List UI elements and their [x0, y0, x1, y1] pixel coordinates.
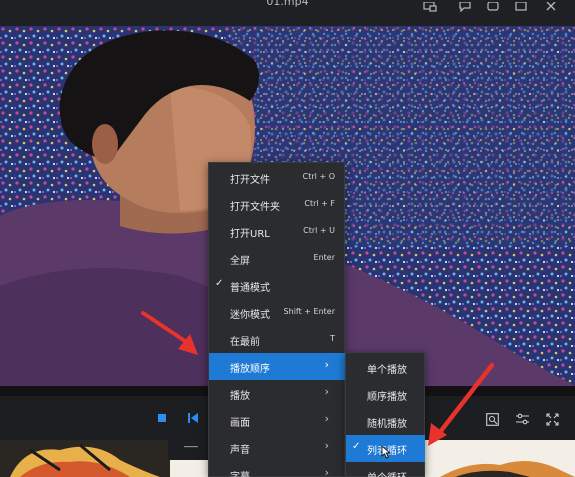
- menu-item-label: 声音: [230, 445, 250, 456]
- menu-item-shortcut: Enter: [313, 253, 335, 262]
- submenu-item-label: 单个循环: [367, 469, 407, 477]
- submenu-item-single-play[interactable]: 单个播放: [346, 354, 425, 381]
- context-menu: 打开文件 Ctrl + O 打开文件夹 Ctrl + F 打开URL Ctrl …: [208, 162, 345, 477]
- chevron-right-icon: ›: [324, 358, 329, 371]
- menu-item-shortcut: Ctrl + O: [302, 172, 335, 181]
- menu-item-shortcut: T: [330, 334, 335, 343]
- chevron-right-icon: ›: [324, 412, 329, 425]
- maximize-icon[interactable]: [512, 0, 530, 14]
- menu-item-normal-mode[interactable]: ✓ 普通模式: [209, 272, 345, 299]
- menu-item-label: 打开URL: [230, 229, 270, 240]
- mouse-cursor-icon: [381, 445, 392, 459]
- submenu-item-label: 单个播放: [367, 365, 407, 376]
- submenu-item-single-loop[interactable]: 单个循环: [346, 462, 425, 477]
- menu-item-shortcut: Ctrl + F: [304, 199, 335, 208]
- previous-icon[interactable]: [186, 412, 200, 424]
- menu-item-shortcut: Ctrl + U: [303, 226, 335, 235]
- pin-icon[interactable]: [421, 0, 439, 14]
- minimize-icon[interactable]: [484, 0, 502, 14]
- submenu-item-shuffle-play[interactable]: 随机播放: [346, 408, 425, 435]
- menu-item-open-folder[interactable]: 打开文件夹 Ctrl + F: [209, 191, 345, 218]
- menu-item-label: 画面: [230, 418, 250, 429]
- chevron-right-icon: ›: [324, 466, 329, 477]
- menu-item-fullscreen[interactable]: 全屏 Enter: [209, 245, 345, 272]
- menu-item-subtitles[interactable]: 字幕 ›: [209, 461, 345, 477]
- menu-item-playback[interactable]: 播放 ›: [209, 380, 345, 407]
- menu-item-always-on-top[interactable]: 在最前 T: [209, 326, 345, 353]
- title-bar: 01.mp4: [0, 0, 575, 26]
- menu-item-picture[interactable]: 画面 ›: [209, 407, 345, 434]
- menu-item-play-order[interactable]: 播放顺序 ›: [209, 353, 345, 380]
- menu-item-label: 在最前: [230, 337, 260, 348]
- menu-item-mini-mode[interactable]: 迷你模式 Shift + Enter: [209, 299, 345, 326]
- fullscreen-icon[interactable]: [544, 411, 560, 427]
- menu-item-label: 打开文件夹: [230, 202, 280, 213]
- submenu-item-label: 顺序播放: [367, 392, 407, 403]
- chevron-right-icon: ›: [324, 385, 329, 398]
- menu-item-open-url[interactable]: 打开URL Ctrl + U: [209, 218, 345, 245]
- menu-item-open-file[interactable]: 打开文件 Ctrl + O: [209, 164, 345, 191]
- menu-item-label: 全屏: [230, 256, 250, 267]
- chevron-right-icon: ›: [324, 439, 329, 452]
- submenu-item-sequential-play[interactable]: 顺序播放: [346, 381, 425, 408]
- settings-sliders-icon[interactable]: [514, 411, 530, 427]
- screenshot-icon[interactable]: [484, 411, 500, 427]
- menu-item-label: 播放: [230, 391, 250, 402]
- close-icon[interactable]: [542, 0, 560, 14]
- menu-item-shortcut: Shift + Enter: [283, 307, 335, 316]
- menu-item-label: 字幕: [230, 468, 250, 477]
- menu-item-label: 播放顺序: [230, 364, 270, 375]
- feedback-icon[interactable]: [456, 0, 474, 14]
- submenu-item-label: 随机播放: [367, 419, 407, 430]
- checkmark-icon: ✓: [352, 441, 361, 452]
- stop-icon[interactable]: [156, 412, 168, 424]
- menu-item-label: 打开文件: [230, 175, 270, 186]
- menu-item-label: 迷你模式: [230, 310, 270, 321]
- checkmark-icon: ✓: [215, 278, 224, 289]
- menu-item-label: 普通模式: [230, 283, 270, 294]
- menu-item-audio[interactable]: 声音 ›: [209, 434, 345, 461]
